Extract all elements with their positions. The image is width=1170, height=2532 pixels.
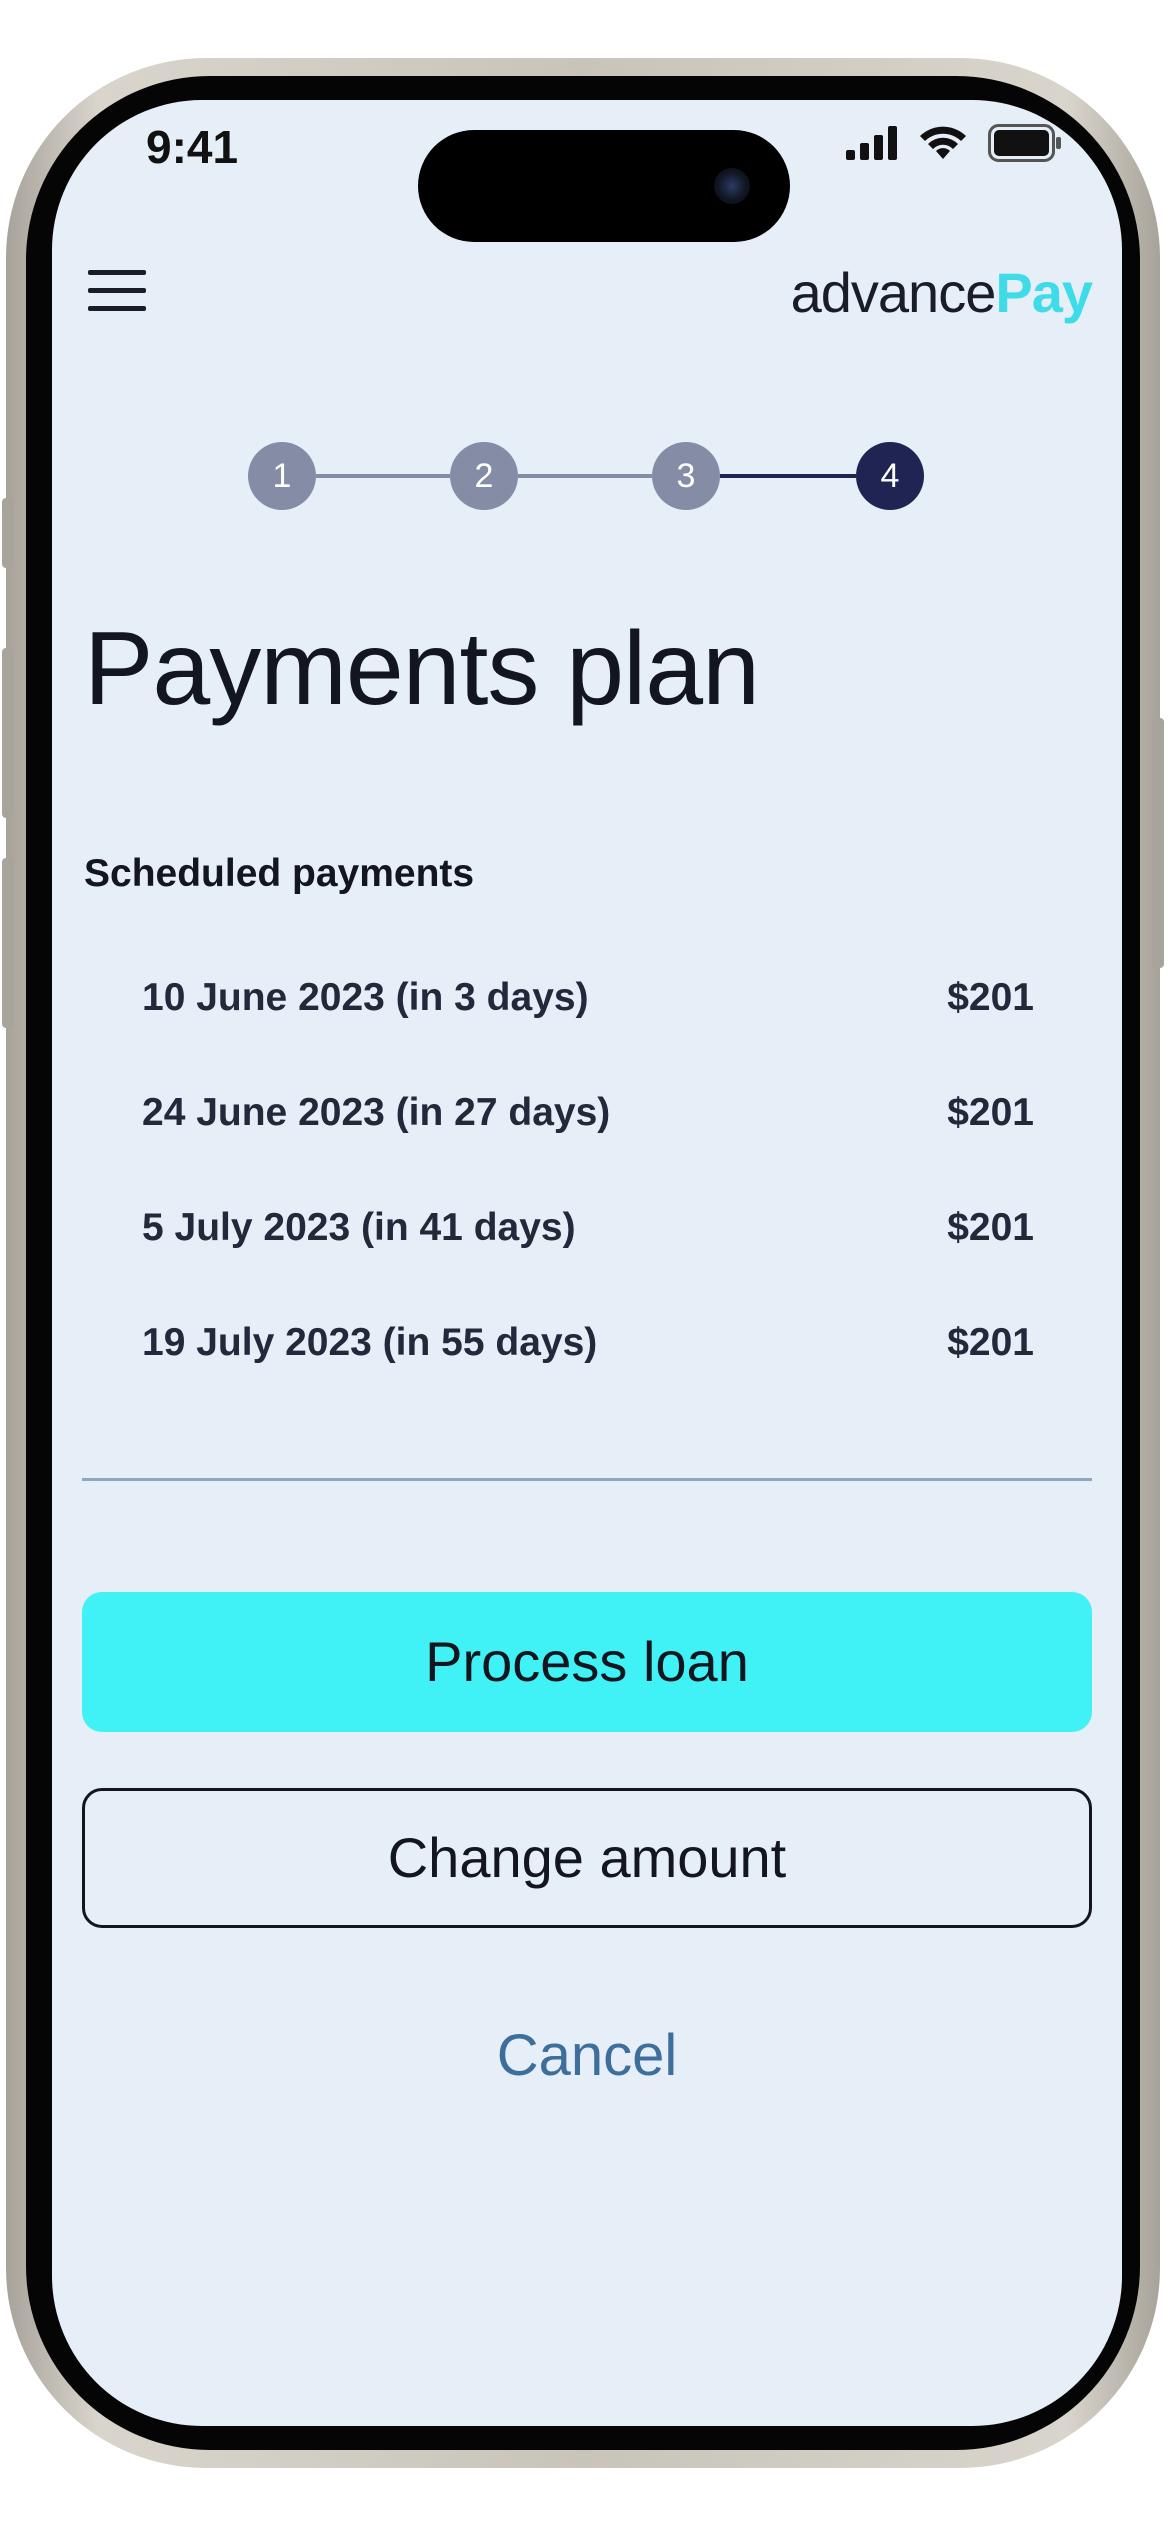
stepper-connector-3 xyxy=(720,474,856,478)
payment-amount: $201 xyxy=(947,1321,1034,1364)
payment-amount: $201 xyxy=(947,976,1034,1019)
payment-amount: $201 xyxy=(947,1091,1034,1134)
payment-row: 10 June 2023 (in 3 days) $201 xyxy=(142,968,1034,1028)
action-button xyxy=(2,498,14,568)
section-divider xyxy=(82,1478,1092,1481)
volume-up-button xyxy=(2,648,14,818)
step-2[interactable]: 2 xyxy=(450,442,518,510)
app-screen: 9:41 advancePay 1 2 3 4 Payments plan Sc… xyxy=(52,100,1122,2426)
payment-amount: $201 xyxy=(947,1206,1034,1249)
step-3[interactable]: 3 xyxy=(652,442,720,510)
volume-down-button xyxy=(2,858,14,1028)
battery-icon xyxy=(988,124,1061,162)
page-title: Payments plan xyxy=(84,611,760,727)
power-button xyxy=(1152,718,1164,968)
step-4[interactable]: 4 xyxy=(856,442,924,510)
payment-date: 10 June 2023 (in 3 days) xyxy=(142,976,589,1019)
process-loan-button[interactable]: Process loan xyxy=(82,1592,1092,1732)
dynamic-island xyxy=(418,130,790,242)
scheduled-payments-heading: Scheduled payments xyxy=(84,852,475,895)
app-logo: advancePay xyxy=(790,260,1093,325)
stepper-connector-1 xyxy=(316,474,450,478)
hamburger-menu-icon[interactable] xyxy=(88,268,146,312)
payment-date: 5 July 2023 (in 41 days) xyxy=(142,1206,576,1249)
stepper-connector-2 xyxy=(518,474,652,478)
payment-row: 5 July 2023 (in 41 days) $201 xyxy=(142,1198,1034,1258)
cellular-signal-icon xyxy=(846,126,897,160)
logo-text-light: advance xyxy=(790,261,997,324)
wifi-icon xyxy=(920,126,966,159)
payment-row: 19 July 2023 (in 55 days) $201 xyxy=(142,1313,1034,1373)
step-1[interactable]: 1 xyxy=(248,442,316,510)
payment-date: 19 July 2023 (in 55 days) xyxy=(142,1321,598,1364)
cancel-link[interactable]: Cancel xyxy=(52,2022,1122,2089)
camera-icon xyxy=(714,168,750,204)
progress-stepper: 1 2 3 4 xyxy=(248,442,924,510)
payment-row: 24 June 2023 (in 27 days) $201 xyxy=(142,1083,1034,1143)
payment-date: 24 June 2023 (in 27 days) xyxy=(142,1091,611,1134)
status-icons xyxy=(846,124,1062,162)
status-time: 9:41 xyxy=(146,121,239,173)
logo-text-bold: Pay xyxy=(995,261,1093,324)
change-amount-button[interactable]: Change amount xyxy=(82,1788,1092,1928)
